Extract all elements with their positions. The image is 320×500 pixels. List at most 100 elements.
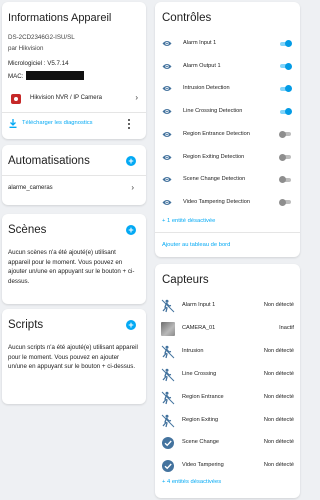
- sensor-state: Non détecté: [263, 347, 294, 354]
- sensor-label: Scene Change: [182, 439, 220, 446]
- sensor-row[interactable]: Region Exiting Non détecté: [155, 410, 300, 432]
- integration-row[interactable]: Hikvision NVR / IP Camera ›: [2, 90, 146, 108]
- sensor-row[interactable]: Scene Change Non détecté: [155, 432, 300, 454]
- eye-icon: [162, 131, 172, 137]
- sensors-title: Capteurs: [162, 274, 209, 286]
- sensor-label: Intrusion: [182, 347, 204, 354]
- device-model: DS-2CD2346G2-ISU/SL: [8, 34, 75, 41]
- motion-sensor-icon: [161, 299, 175, 313]
- download-diagnostics-label: Télécharger les diagnostics: [22, 120, 93, 126]
- control-row[interactable]: Video Tampering Detection: [155, 192, 300, 214]
- sensor-state: Non détecté: [263, 462, 294, 469]
- scripts-title: Scripts: [8, 319, 44, 331]
- check-circle-icon: [162, 460, 174, 473]
- divider: [2, 112, 146, 113]
- control-row[interactable]: Scene Change Detection: [155, 169, 300, 191]
- control-row[interactable]: Intrusion Detection: [155, 78, 300, 100]
- control-row[interactable]: Line Crossing Detection: [155, 101, 300, 123]
- sensor-state: Non détecté: [263, 302, 294, 308]
- motion-sensor-icon: [161, 345, 175, 359]
- scenes-card: Scènes + Aucun scènes n'a été ajouté(e) …: [2, 214, 146, 304]
- sensor-label: Region Exiting: [182, 416, 219, 423]
- sensor-label: Line Crossing: [182, 370, 217, 377]
- sensor-row[interactable]: Intrusion Non détecté: [155, 341, 300, 363]
- device-info-title: Informations Appareil: [8, 12, 112, 24]
- download-icon: [9, 119, 17, 128]
- eye-icon: [162, 63, 172, 69]
- automation-item[interactable]: alarme_cameras ›: [2, 180, 146, 198]
- scenes-title: Scènes: [8, 224, 47, 236]
- sensors-card: Capteurs Alarm Input 1 Non détecté CAMERA_…: [155, 264, 300, 498]
- eye-icon: [162, 86, 172, 92]
- sensor-row[interactable]: Alarm Input 1 Non détecté: [155, 295, 300, 317]
- sensor-row[interactable]: CAMERA_01 Inactif: [155, 318, 300, 340]
- chevron-right-icon: ›: [131, 183, 134, 192]
- add-automation-button[interactable]: +: [126, 156, 136, 166]
- device-info-card: Informations Appareil DS-2CD2346G2-ISU/S…: [2, 2, 146, 139]
- control-label: Intrusion Detection: [183, 85, 230, 92]
- toggle-switch[interactable]: [279, 40, 292, 47]
- sensor-label: Video Tampering: [182, 462, 224, 469]
- toggle-switch[interactable]: [279, 153, 292, 161]
- toggle-switch[interactable]: [279, 85, 292, 93]
- scripts-card: Scripts + Aucun scripts n'a été ajouté(e…: [2, 309, 146, 404]
- automations-title: Automatisations: [8, 155, 90, 167]
- device-brand: par Hikvision: [8, 45, 44, 52]
- hikvision-logo-icon: [11, 94, 21, 104]
- control-label: Region Exiting Detection: [183, 153, 245, 160]
- control-label: Alarm Input 1: [183, 40, 217, 46]
- eye-icon: [162, 41, 172, 46]
- scripts-empty-text: Aucun scripts n'a été ajouté(e) utilisan…: [8, 344, 138, 370]
- scenes-empty-text: Aucun scènes n'a été ajouté(e) utilisant…: [8, 249, 135, 285]
- sensor-label: Alarm Input 1: [182, 302, 216, 308]
- download-diagnostics-button[interactable]: Télécharger les diagnostics: [2, 115, 132, 133]
- control-label: Line Crossing Detection: [183, 108, 243, 115]
- chevron-right-icon: ›: [135, 93, 138, 102]
- enabled-disabled-link[interactable]: + 1 entité désactivée: [162, 218, 215, 224]
- check-circle-icon: [162, 437, 174, 450]
- sensor-row[interactable]: Region Entrance Non détecté: [155, 387, 300, 409]
- eye-icon: [162, 177, 172, 183]
- device-mac-label: MAC:: [8, 73, 24, 80]
- controls-title: Contrôles: [162, 12, 212, 24]
- control-row[interactable]: Region Entrance Detection: [155, 124, 300, 146]
- control-row[interactable]: Region Exiting Detection: [155, 147, 300, 169]
- disabled-entities-link[interactable]: + 4 entités désactivées: [162, 479, 221, 485]
- divider: [2, 175, 146, 176]
- eye-icon: [162, 199, 172, 205]
- motion-sensor-icon: [161, 414, 175, 427]
- control-label: Alarm Output 1: [183, 62, 221, 69]
- add-scene-button[interactable]: +: [126, 225, 136, 235]
- camera-thumbnail: [161, 321, 175, 336]
- integration-label: Hikvision NVR / IP Camera: [30, 95, 102, 101]
- motion-sensor-icon: [161, 391, 175, 404]
- sensor-state: Non détecté: [263, 393, 294, 400]
- eye-icon: [162, 109, 172, 115]
- automations-card: Automatisations + alarme_cameras ›: [2, 145, 146, 205]
- mac-redaction: [26, 71, 84, 80]
- sensor-row[interactable]: Video Tampering Non détecté: [155, 455, 300, 477]
- sensor-state: Non détecté: [263, 370, 294, 377]
- control-row[interactable]: Alarm Input 1: [155, 33, 300, 55]
- sensor-row[interactable]: Line Crossing Non détecté: [155, 364, 300, 386]
- controls-card: Contrôles Alarm Input 1 Alarm Output 1 Int…: [155, 2, 300, 257]
- motion-sensor-icon: [161, 368, 175, 382]
- toggle-switch[interactable]: [279, 176, 292, 184]
- device-firmware: Micrologiciel : V5.7.14: [8, 60, 69, 67]
- add-script-button[interactable]: +: [126, 320, 136, 330]
- eye-icon: [162, 154, 172, 160]
- toggle-switch[interactable]: [279, 198, 292, 206]
- control-label: Video Tampering Detection: [183, 198, 250, 205]
- add-to-dashboard-button[interactable]: Ajouter au tableau de bord: [162, 242, 230, 248]
- control-label: Region Entrance Detection: [183, 130, 250, 137]
- sensor-label: CAMERA_01: [182, 324, 216, 331]
- automation-label: alarme_cameras: [8, 185, 53, 191]
- toggle-switch[interactable]: [279, 108, 292, 116]
- toggle-switch[interactable]: [279, 62, 292, 70]
- sensor-state: Inactif: [279, 324, 294, 331]
- sensor-state: Non détecté: [263, 439, 294, 446]
- control-row[interactable]: Alarm Output 1: [155, 56, 300, 78]
- sensor-state: Non détecté: [263, 416, 294, 423]
- toggle-switch[interactable]: [279, 130, 292, 138]
- more-menu-icon[interactable]: [128, 119, 131, 130]
